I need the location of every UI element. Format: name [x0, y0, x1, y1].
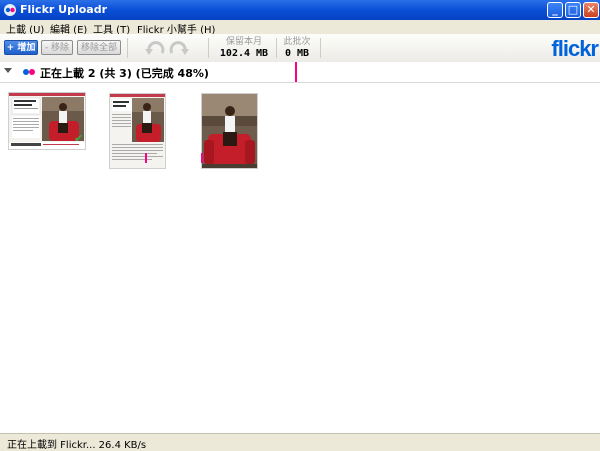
remaining-quota-value: 102.4 MB — [219, 48, 269, 59]
photo-2-progress-marker — [145, 153, 147, 163]
status-bar: 正在上載到 Flickr... 26.4 KB/s — [0, 433, 600, 451]
photo-3-progress-marker — [201, 153, 203, 163]
maximize-button[interactable]: □ — [565, 2, 581, 18]
title-bar[interactable]: Flickr Uploadr _ □ ✕ — [0, 0, 600, 20]
upload-group-header[interactable]: 正在上載 2 (共 3) (已完成 48%) — [0, 62, 600, 83]
batch-size: 此批次 0 MB — [278, 37, 316, 60]
remove-all-button[interactable]: 移除全部 — [77, 40, 121, 55]
thumbnail-photo-2[interactable] — [109, 93, 166, 169]
upload-progress-title: 正在上載 2 (共 3) (已完成 48%) — [40, 67, 209, 80]
flickr-logo: flickr — [551, 36, 599, 61]
batch-size-label: 此批次 — [283, 37, 311, 47]
toolbar-separator — [276, 38, 277, 58]
photo-2-image — [110, 94, 165, 168]
batch-size-value: 0 MB — [284, 48, 310, 59]
remaining-quota: 保留本月 102.4 MB — [216, 37, 272, 60]
thumbnail-photo-3[interactable] — [201, 93, 258, 169]
toolbar-separator — [127, 38, 128, 58]
minimize-button[interactable]: _ — [547, 2, 563, 18]
close-icon: ✕ — [586, 3, 596, 16]
group-progress-marker — [295, 62, 297, 82]
window-title: Flickr Uploadr — [20, 3, 108, 16]
collapse-arrow-icon[interactable] — [4, 68, 12, 73]
toolbar-separator — [320, 38, 321, 58]
toolbar-separator — [208, 38, 209, 58]
flickr-pink-dot-icon — [29, 69, 35, 75]
flickr-uploadr-app-icon — [4, 4, 16, 16]
toolbar: + 增加 - 移除 移除全部 保留本月 102.4 MB 此批次 0 MB fl… — [0, 34, 600, 63]
maximize-icon: □ — [567, 3, 579, 16]
upload-complete-check-icon: ✔ — [74, 132, 84, 145]
photo-3-image — [202, 94, 257, 168]
add-button[interactable]: + 增加 — [4, 40, 38, 55]
rotate-left-icon[interactable] — [145, 41, 165, 55]
rotate-buttons — [145, 41, 189, 55]
menu-bar: 上載 (U) 編輯 (E) 工具 (T) Flickr 小幫手 (H) — [0, 20, 600, 36]
remove-button[interactable]: - 移除 — [41, 40, 73, 55]
remaining-quota-label: 保留本月 — [225, 37, 262, 47]
status-text: 正在上載到 Flickr... 26.4 KB/s — [7, 440, 147, 451]
close-button[interactable]: ✕ — [583, 2, 599, 18]
minimize-icon: _ — [552, 3, 558, 16]
rotate-right-icon[interactable] — [169, 41, 189, 55]
